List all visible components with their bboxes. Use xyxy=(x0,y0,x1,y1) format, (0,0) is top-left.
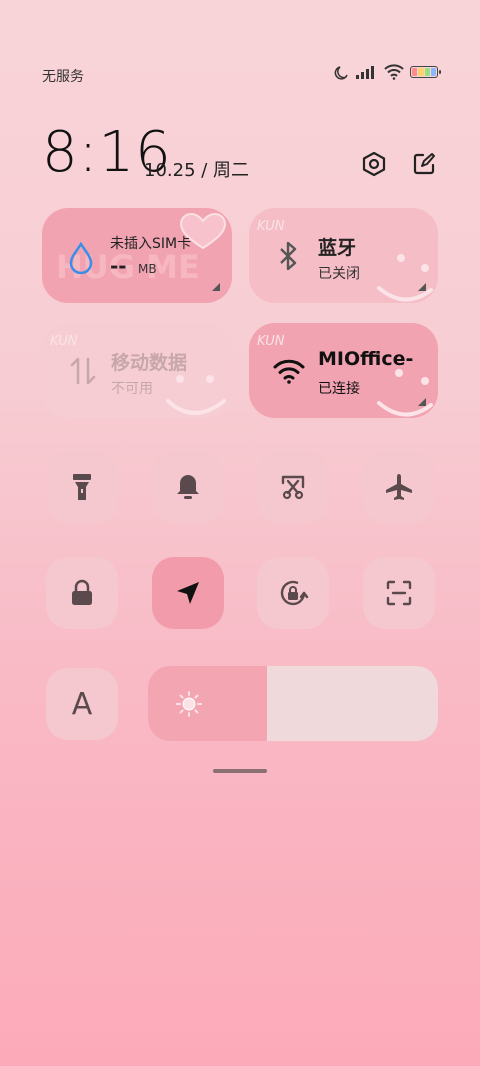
flashlight-toggle[interactable] xyxy=(46,451,118,523)
airplane-icon xyxy=(386,474,412,500)
lock-screen-toggle[interactable] xyxy=(46,557,118,629)
rotation-lock-toggle[interactable] xyxy=(257,557,329,629)
settings-button[interactable] xyxy=(360,150,388,178)
location-icon xyxy=(177,582,199,604)
mobile-data-icon xyxy=(70,357,96,385)
bell-icon xyxy=(177,475,199,499)
wifi-network-name: MIOffice- xyxy=(318,348,414,370)
wifi-icon xyxy=(384,64,404,80)
bluetooth-tile[interactable]: KUN 蓝牙 已关闭 xyxy=(249,208,438,303)
scan-icon xyxy=(386,580,412,606)
water-drop-icon xyxy=(69,242,93,274)
mobile-data-title: 移动数据 xyxy=(111,352,188,374)
settings-icon xyxy=(362,151,386,177)
location-toggle[interactable] xyxy=(152,557,224,629)
brightness-fill xyxy=(148,666,267,741)
moon-icon xyxy=(334,66,348,80)
font-size-button[interactable]: A xyxy=(46,668,118,740)
airplane-mode-toggle[interactable] xyxy=(363,451,435,523)
screenshot-icon xyxy=(281,475,305,500)
brightness-slider[interactable] xyxy=(148,666,438,741)
bluetooth-status: 已关闭 xyxy=(318,266,360,282)
tile-corner-indicator xyxy=(418,398,426,406)
carrier-label: 无服务 xyxy=(42,69,84,85)
lock-icon xyxy=(72,579,92,605)
bluetooth-title: 蓝牙 xyxy=(318,237,357,259)
wifi-status: 已连接 xyxy=(318,381,360,397)
wifi-tile[interactable]: KUN MIOffice- 已连接 xyxy=(249,323,438,418)
drag-handle[interactable] xyxy=(213,769,267,773)
wifi-icon xyxy=(273,359,305,384)
svg-text:KUN: KUN xyxy=(257,334,285,349)
edit-button[interactable] xyxy=(410,150,438,178)
status-icons xyxy=(334,64,441,80)
bluetooth-icon xyxy=(280,241,297,271)
tile-corner-indicator xyxy=(212,283,220,291)
flashlight-icon xyxy=(73,474,91,500)
data-usage-value: -- xyxy=(110,254,127,278)
time-row: 8:16 10.25 / 周二 xyxy=(42,120,438,190)
rotation-lock-icon xyxy=(280,580,309,606)
screenshot-toggle[interactable] xyxy=(257,451,329,523)
scan-toggle[interactable] xyxy=(363,557,435,629)
sim-status-label: 未插入SIM卡 xyxy=(110,236,192,252)
header-actions xyxy=(360,150,438,178)
date-label: 10.25 / 周二 xyxy=(144,160,250,181)
tile-corner-indicator xyxy=(418,283,426,291)
battery-icon xyxy=(410,66,441,78)
mobile-data-tile[interactable]: KUN 移动数据 不可用 xyxy=(42,323,232,418)
svg-text:KUN: KUN xyxy=(257,219,285,234)
data-usage-tile[interactable]: HUG ME 未插入SIM卡 -- MB xyxy=(42,208,232,303)
data-usage-unit: MB xyxy=(138,262,157,276)
signal-icon xyxy=(356,66,374,79)
sun-icon xyxy=(176,691,202,717)
font-size-label: A xyxy=(71,686,93,722)
bell-toggle[interactable] xyxy=(152,451,224,523)
svg-text:KUN: KUN xyxy=(50,334,78,349)
mobile-data-status: 不可用 xyxy=(111,381,153,397)
status-bar: 无服务 xyxy=(0,60,480,92)
edit-icon xyxy=(413,153,435,175)
